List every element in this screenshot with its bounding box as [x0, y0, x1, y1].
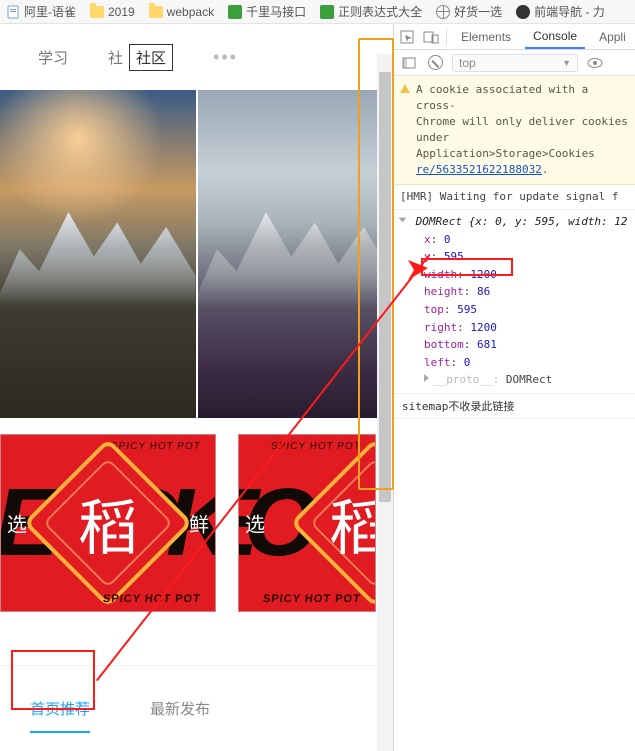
bookmark-label: 好货一选 [454, 3, 502, 20]
card-bottom-text: SPICY HOT POT [103, 593, 202, 605]
page-tabs: 学习 社 社区 ••• [0, 24, 393, 90]
scrollbar-track[interactable] [377, 54, 393, 751]
devtools-panel: Elements Console Appli top ▼ A cookie as… [394, 24, 635, 751]
bookmark-item[interactable]: webpack [149, 5, 214, 19]
eye-icon[interactable] [586, 54, 604, 72]
side-right: 鲜 [189, 509, 209, 538]
warning-text: A cookie associated with a cross- Chrome… [416, 82, 629, 178]
devtools-tabs: Elements Console Appli [394, 24, 635, 50]
workspace: 学习 社 社区 ••• SPICY HOT POT EOOK 选 鲜 稻 [0, 24, 635, 751]
folder-icon [90, 5, 104, 19]
site-icon [228, 5, 242, 19]
bookmarks-bar: 阿里-语雀 2019 webpack 千里马接口 正则表达式大全 好货一选 前端… [0, 0, 635, 24]
bookmark-label: 阿里-语雀 [24, 3, 76, 20]
warning-link[interactable]: re/5633521622188032 [416, 163, 542, 176]
disclosure-triangle-icon[interactable] [424, 374, 429, 382]
console-toolbar: top ▼ [394, 50, 635, 76]
console-object-row[interactable]: DOMRect {x: 0, y: 595, width: 12 x: 0 y:… [394, 210, 635, 394]
bookmark-label: 2019 [108, 5, 135, 19]
promo-card[interactable]: SPICY HOT POT EOOK 选 鲜 稻 SPICY HOT POT [0, 434, 216, 612]
disclosure-triangle-icon[interactable] [399, 218, 407, 223]
site-icon [320, 5, 334, 19]
console-body[interactable]: A cookie associated with a cross- Chrome… [394, 76, 635, 751]
warning-icon [400, 84, 410, 93]
tab-community-label: 社 [108, 47, 123, 68]
bookmark-label: webpack [167, 5, 214, 19]
sidebar-toggle-icon[interactable] [400, 54, 418, 72]
chevron-down-icon: ▼ [562, 58, 571, 68]
promo-card[interactable]: SPICY HOT POT EOOK 选 稻 SPICY HOT POT [238, 434, 376, 612]
bookmark-item[interactable]: 前端导航 - 力 [516, 3, 605, 20]
log-text: sitemap不收录此链接 [402, 400, 514, 413]
card-bottom-text: SPICY HOT POT [263, 593, 362, 605]
console-warning[interactable]: A cookie associated with a cross- Chrome… [394, 76, 635, 185]
hero-carousel[interactable] [0, 90, 393, 418]
context-selector[interactable]: top ▼ [452, 54, 578, 72]
inspect-icon[interactable] [398, 28, 416, 46]
scrollbar-thumb[interactable] [379, 72, 391, 502]
tab-elements[interactable]: Elements [453, 24, 519, 49]
object-properties: x: 0 y: 595 width: 1200 height: 86 top: … [424, 231, 629, 389]
more-icon[interactable]: ••• [213, 47, 238, 68]
bookmark-label: 正则表达式大全 [338, 3, 422, 20]
tab-recommend[interactable]: 首页推荐 [30, 698, 90, 719]
bookmark-item[interactable]: 好货一选 [436, 3, 502, 20]
side-left: 选 [7, 509, 27, 538]
tab-community[interactable]: 社区 [129, 44, 173, 71]
cat-icon [516, 5, 530, 19]
device-viewport: 学习 社 社区 ••• SPICY HOT POT EOOK 选 鲜 稻 [0, 24, 394, 751]
globe-icon [436, 5, 450, 19]
bookmark-item[interactable]: 正则表达式大全 [320, 3, 422, 20]
bookmark-item[interactable]: 阿里-语雀 [6, 3, 76, 20]
bookmark-label: 前端导航 - 力 [534, 3, 605, 20]
tab-study[interactable]: 学习 [38, 47, 68, 68]
badge-glyph: 稻 [299, 435, 376, 611]
tab-console[interactable]: Console [525, 24, 585, 49]
side-left: 选 [245, 509, 265, 538]
object-summary: DOMRect {x: 0, y: 595, width: 12 [416, 215, 628, 228]
log-text: [HMR] Waiting for update signal f [400, 190, 619, 203]
console-log-row[interactable]: sitemap不收录此链接 [394, 394, 635, 419]
badge-glyph: 稻 [48, 463, 168, 583]
diamond-badge: 稻 [48, 463, 168, 583]
clear-console-icon[interactable] [426, 54, 444, 72]
bottom-tabs: 首页推荐 最新发布 [0, 665, 393, 751]
bookmark-item[interactable]: 千里马接口 [228, 3, 306, 20]
card-row: SPICY HOT POT EOOK 选 鲜 稻 SPICY HOT POT S… [0, 418, 393, 612]
device-toggle-icon[interactable] [422, 28, 440, 46]
folder-icon [149, 5, 163, 19]
context-value: top [459, 56, 476, 70]
bookmark-item[interactable]: 2019 [90, 5, 135, 19]
tab-latest[interactable]: 最新发布 [150, 698, 210, 719]
hero-slide[interactable] [0, 90, 196, 418]
tab-application[interactable]: Appli [591, 24, 634, 49]
console-log-row[interactable]: [HMR] Waiting for update signal f [394, 185, 635, 211]
doc-icon [6, 5, 20, 19]
hero-slide[interactable] [198, 90, 394, 418]
bookmark-label: 千里马接口 [246, 3, 306, 20]
